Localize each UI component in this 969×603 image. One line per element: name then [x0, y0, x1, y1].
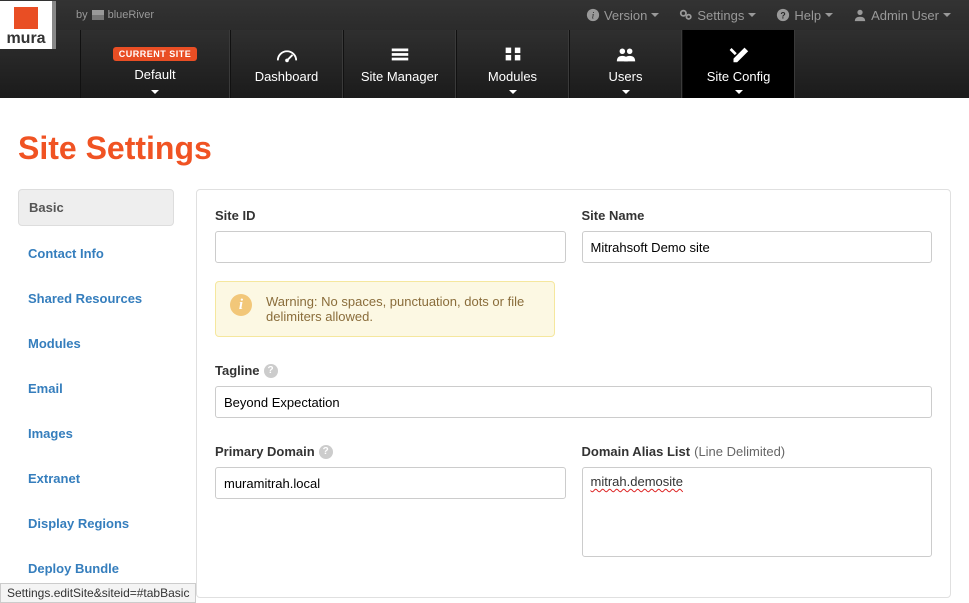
logo-square [14, 7, 38, 29]
caret-down-icon [943, 13, 951, 17]
nav-label: Modules [488, 69, 537, 84]
help-menu[interactable]: ? Help [770, 4, 839, 27]
primary-domain-label: Primary Domain ? [215, 444, 566, 459]
current-site-badge: CURRENT SITE [113, 47, 198, 61]
current-site-switcher[interactable]: CURRENT SITE Default [80, 30, 230, 98]
nav-item-site-config[interactable]: Site Config [682, 30, 795, 98]
main-nav: CURRENT SITE Default Dashboard Site Manag… [0, 30, 969, 98]
warning-box: i Warning: No spaces, punctuation, dots … [215, 281, 555, 337]
caret-down-icon [509, 90, 517, 94]
nav-label: Dashboard [255, 69, 319, 84]
tab-modules[interactable]: Modules [18, 326, 174, 361]
users-icon [615, 45, 637, 63]
caret-down-icon [735, 90, 743, 94]
config-icon [728, 45, 750, 63]
help-icon[interactable]: ? [264, 364, 278, 378]
tagline-label: Tagline ? [215, 363, 932, 378]
tab-contact-info[interactable]: Contact Info [18, 236, 174, 271]
tab-extranet[interactable]: Extranet [18, 461, 174, 496]
caret-down-icon [151, 90, 159, 94]
gears-icon [679, 8, 693, 22]
brand-logo[interactable]: mura [0, 1, 56, 49]
info-icon: i [230, 294, 252, 316]
site-id-label: Site ID [215, 208, 566, 223]
current-site-name: Default [134, 67, 175, 82]
tab-display-regions[interactable]: Display Regions [18, 506, 174, 541]
settings-menu[interactable]: Settings [673, 4, 762, 27]
nav-item-users[interactable]: Users [569, 30, 682, 98]
nav-item-site-manager[interactable]: Site Manager [343, 30, 456, 98]
modules-icon [502, 45, 524, 63]
nav-label: Site Manager [361, 69, 438, 84]
help-icon: ? [776, 8, 790, 22]
primary-domain-input[interactable] [215, 467, 566, 499]
logo-text: mura [6, 31, 45, 49]
svg-text:i: i [592, 11, 595, 22]
info-icon: i [586, 8, 600, 22]
help-icon[interactable]: ? [319, 445, 333, 459]
tab-basic[interactable]: Basic [18, 189, 174, 226]
tab-images[interactable]: Images [18, 416, 174, 451]
status-bar: Settings.editSite&siteid=#tabBasic [0, 583, 196, 603]
site-name-input[interactable] [582, 231, 933, 263]
dashboard-icon [276, 45, 298, 63]
top-bar: mura by blueRiver i Version Settings ? H… [0, 0, 969, 30]
domain-alias-label: Domain Alias List (Line Delimited) [582, 444, 933, 459]
version-menu[interactable]: i Version [580, 4, 665, 27]
caret-down-icon [825, 13, 833, 17]
domain-alias-textarea[interactable]: mitrah.demosite [582, 467, 933, 557]
site-name-label: Site Name [582, 208, 933, 223]
by-label: by blueRiver [76, 9, 154, 21]
tagline-input[interactable] [215, 386, 932, 418]
nav-label: Users [609, 69, 643, 84]
settings-tabs: Basic Contact Info Shared Resources Modules… [18, 189, 174, 586]
warning-text: Warning: No spaces, punctuation, dots or… [266, 294, 540, 324]
site-id-input[interactable] [215, 231, 566, 263]
nav-item-modules[interactable]: Modules [456, 30, 569, 98]
caret-down-icon [622, 90, 630, 94]
page-title: Site Settings [18, 130, 951, 167]
nav-label: Site Config [707, 69, 771, 84]
nav-item-dashboard[interactable]: Dashboard [230, 30, 343, 98]
svg-text:?: ? [781, 11, 786, 21]
caret-down-icon [651, 13, 659, 17]
caret-down-icon [748, 13, 756, 17]
tab-deploy-bundle[interactable]: Deploy Bundle [18, 551, 174, 586]
site-manager-icon [389, 45, 411, 63]
tab-shared-resources[interactable]: Shared Resources [18, 281, 174, 316]
user-icon [853, 8, 867, 22]
content-pane: Site ID i Warning: No spaces, punctuatio… [196, 189, 951, 598]
admin-user-menu[interactable]: Admin User [847, 4, 957, 27]
tab-email[interactable]: Email [18, 371, 174, 406]
blueriver-icon [92, 10, 104, 20]
